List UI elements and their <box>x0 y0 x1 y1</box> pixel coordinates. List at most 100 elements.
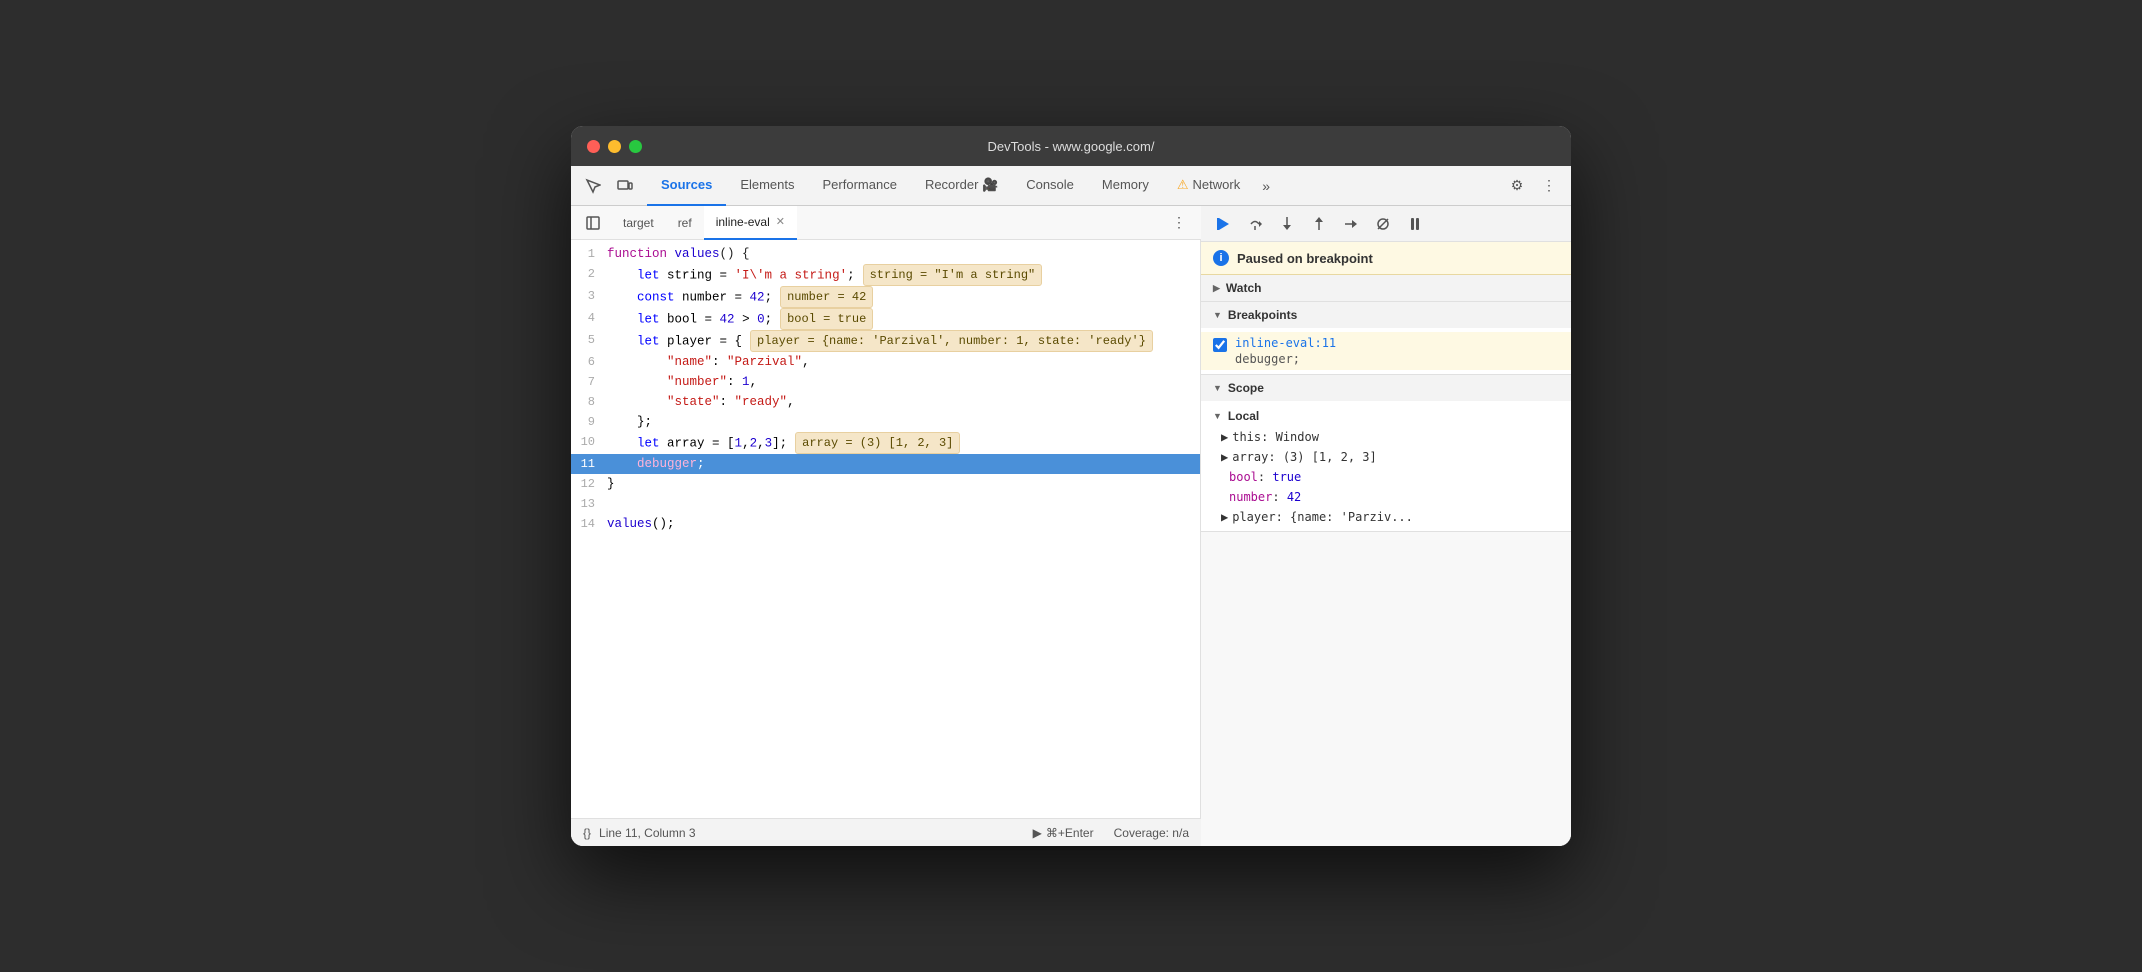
editor-position: Line 11, Column 3 <box>599 826 696 840</box>
breakpoints-triangle-icon: ▼ <box>1213 310 1222 320</box>
breakpoint-info: inline-eval:11 debugger; <box>1235 336 1336 366</box>
status-bar: {} Line 11, Column 3 ▶ ⌘+Enter Coverage:… <box>571 818 1201 846</box>
watch-label: Watch <box>1226 281 1262 295</box>
scope-triangle-icon: ▼ <box>1213 383 1222 393</box>
editor-side: target ref inline-eval ✕ ⋮ <box>571 206 1201 846</box>
close-file-tab-icon[interactable]: ✕ <box>776 215 785 228</box>
list-item: number: 42 <box>1201 487 1571 507</box>
watch-triangle-icon: ▶ <box>1213 283 1220 294</box>
devtools-window: DevTools - www.google.com/ <box>571 126 1571 846</box>
tab-console[interactable]: Console <box>1012 166 1088 206</box>
list-item[interactable]: ▶ array: (3) [1, 2, 3] <box>1201 447 1571 467</box>
eval-bubble: number = 42 <box>780 286 873 308</box>
file-tab-bar: target ref inline-eval ✕ ⋮ <box>571 206 1201 240</box>
tab-performance[interactable]: Performance <box>809 166 911 206</box>
tab-memory[interactable]: Memory <box>1088 166 1163 206</box>
step-over-button[interactable] <box>1241 210 1269 238</box>
list-item[interactable]: ▶ this: Window <box>1201 427 1571 447</box>
paused-text: Paused on breakpoint <box>1237 251 1373 266</box>
tab-settings-area: ⚙ ⋮ <box>1503 172 1563 200</box>
table-row: 2 let string = 'I\'m a string';string = … <box>571 264 1200 286</box>
breakpoint-file: inline-eval:11 <box>1235 336 1336 350</box>
eval-bubble: array = (3) [1, 2, 3] <box>795 432 960 454</box>
right-panel: i Paused on breakpoint ▶ Watch ▼ Breakpo… <box>1201 206 1571 846</box>
watch-section: ▶ Watch <box>1201 275 1571 302</box>
list-item: bool: true <box>1201 467 1571 487</box>
deactivate-breakpoints-button[interactable] <box>1369 210 1397 238</box>
eval-bubble: player = {name: 'Parzival', number: 1, s… <box>750 330 1153 352</box>
pause-on-exceptions-button[interactable] <box>1401 210 1429 238</box>
expand-icon: ▶ <box>1221 450 1228 464</box>
inspect-element-icon[interactable] <box>579 172 607 200</box>
code-lines: 1 function values() { 2 let string = 'I\… <box>571 240 1200 818</box>
table-row: 9 }; <box>571 412 1200 432</box>
step-out-button[interactable] <box>1305 210 1333 238</box>
coverage-text: Coverage: n/a <box>1114 826 1189 840</box>
title-bar: DevTools - www.google.com/ <box>571 126 1571 166</box>
local-scope-group: ▼ Local ▶ this: Window ▶ arra <box>1201 405 1571 527</box>
more-tabs-button[interactable]: » <box>1254 178 1278 194</box>
list-item[interactable]: ▶ player: {name: 'Parziv... <box>1201 507 1571 527</box>
local-scope-header[interactable]: ▼ Local <box>1201 405 1571 427</box>
run-button[interactable]: ▶ ⌘+Enter <box>1033 826 1094 840</box>
minimize-button[interactable] <box>608 140 621 153</box>
breakpoint-item: inline-eval:11 debugger; <box>1201 332 1571 370</box>
table-row: 11 debugger; <box>571 454 1200 474</box>
scope-label: Scope <box>1228 381 1264 395</box>
settings-icon[interactable]: ⚙ <box>1503 172 1531 200</box>
close-button[interactable] <box>587 140 600 153</box>
scope-section: ▼ Scope ▼ Local ▶ this: Wind <box>1201 375 1571 532</box>
scope-section-body: ▼ Local ▶ this: Window ▶ arra <box>1201 401 1571 531</box>
navigator-toggle-icon[interactable] <box>579 209 607 237</box>
traffic-lights <box>587 140 642 153</box>
window-title: DevTools - www.google.com/ <box>988 139 1155 154</box>
table-row: 4 let bool = 42 > 0;bool = true <box>571 308 1200 330</box>
format-button[interactable]: {} <box>583 826 591 840</box>
more-file-tabs-icon[interactable]: ⋮ <box>1165 209 1193 237</box>
watch-section-header[interactable]: ▶ Watch <box>1201 275 1571 301</box>
file-tab-target[interactable]: target <box>611 206 666 240</box>
tab-elements[interactable]: Elements <box>726 166 808 206</box>
table-row: 7 "number": 1, <box>571 372 1200 392</box>
expand-icon: ▶ <box>1221 430 1228 444</box>
info-icon: i <box>1213 250 1229 266</box>
eval-bubble: string = "I'm a string" <box>863 264 1043 286</box>
step-into-button[interactable] <box>1273 210 1301 238</box>
table-row: 8 "state": "ready", <box>571 392 1200 412</box>
device-toolbar-icon[interactable] <box>611 172 639 200</box>
code-editor: 1 function values() { 2 let string = 'I\… <box>571 240 1201 818</box>
table-row: 1 function values() { <box>571 244 1200 264</box>
devtools-body: Sources Elements Performance Recorder 🎥 … <box>571 166 1571 846</box>
table-row: 10 let array = [1,2,3];array = (3) [1, 2… <box>571 432 1200 454</box>
breakpoints-label: Breakpoints <box>1228 308 1297 322</box>
main-content: target ref inline-eval ✕ ⋮ <box>571 206 1571 846</box>
more-options-icon[interactable]: ⋮ <box>1535 172 1563 200</box>
step-button[interactable] <box>1337 210 1365 238</box>
main-tab-bar: Sources Elements Performance Recorder 🎥 … <box>571 166 1571 206</box>
local-label: Local <box>1228 409 1259 423</box>
scope-section-header[interactable]: ▼ Scope <box>1201 375 1571 401</box>
eval-bubble: bool = true <box>780 308 873 330</box>
breakpoints-section-body: inline-eval:11 debugger; <box>1201 328 1571 374</box>
tab-network[interactable]: ⚠ Network <box>1163 166 1254 206</box>
main-tabs: Sources Elements Performance Recorder 🎥 … <box>647 166 1503 206</box>
network-warning-icon: ⚠ <box>1177 177 1189 193</box>
tab-sources[interactable]: Sources <box>647 166 726 206</box>
table-row: 6 "name": "Parzival", <box>571 352 1200 372</box>
file-tab-ref[interactable]: ref <box>666 206 704 240</box>
debug-toolbar <box>1201 206 1571 242</box>
table-row: 13 <box>571 494 1200 514</box>
table-row: 5 let player = {player = {name: 'Parziva… <box>571 330 1200 352</box>
breakpoints-section: ▼ Breakpoints inline-eval:11 debugger; <box>1201 302 1571 375</box>
resume-button[interactable] <box>1209 210 1237 238</box>
breakpoint-checkbox[interactable] <box>1213 338 1227 352</box>
expand-icon: ▶ <box>1221 510 1228 524</box>
breakpoint-code: debugger; <box>1235 352 1336 366</box>
maximize-button[interactable] <box>629 140 642 153</box>
breakpoints-section-header[interactable]: ▼ Breakpoints <box>1201 302 1571 328</box>
paused-banner: i Paused on breakpoint <box>1201 242 1571 275</box>
file-bar-end: ⋮ <box>1165 209 1193 237</box>
tab-bar-icons <box>579 172 639 200</box>
tab-recorder[interactable]: Recorder 🎥 <box>911 166 1012 206</box>
file-tab-inline-eval[interactable]: inline-eval ✕ <box>704 206 797 240</box>
